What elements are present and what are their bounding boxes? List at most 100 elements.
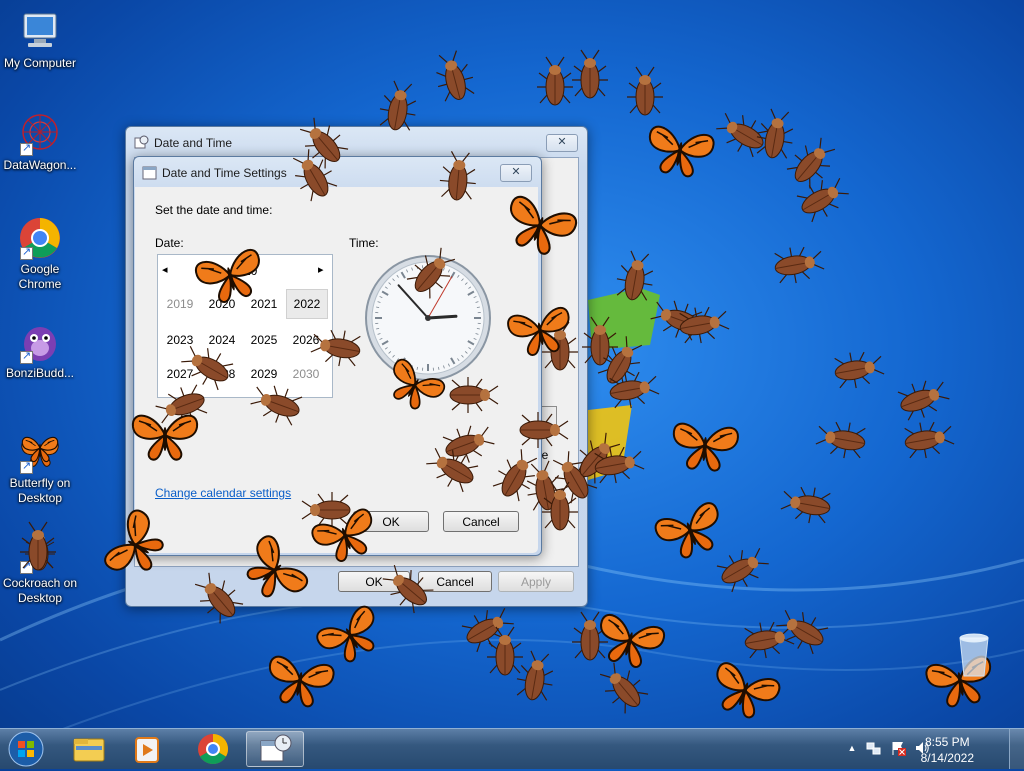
year-cell[interactable]: 2020 <box>202 297 242 311</box>
action-center-error-icon[interactable] <box>890 740 906 756</box>
taskbar-date-time[interactable] <box>246 731 304 767</box>
cockroach-sprite <box>607 367 661 411</box>
computer-icon <box>18 10 62 54</box>
butterfly-sprite <box>264 655 335 710</box>
year-cell[interactable]: 2027 <box>160 367 200 381</box>
shortcut-arrow-icon <box>20 143 33 156</box>
apply-button[interactable]: Apply <box>498 571 574 592</box>
change-calendar-settings-link[interactable]: Change calendar settings <box>155 486 291 500</box>
cockroach-sprite <box>572 612 608 660</box>
date-time-icon <box>247 732 303 766</box>
network-icon[interactable] <box>866 740 882 756</box>
year-cell[interactable]: 2030 <box>286 367 326 381</box>
desktop-icon-google-chrome[interactable]: Google Chrome <box>0 216 80 292</box>
cockroach-sprite <box>430 48 477 104</box>
cockroach-sprite <box>572 50 608 98</box>
dialog-body: Set the date and time: Date: Time: ◂ 202… <box>135 187 538 553</box>
windows-orb-icon <box>4 730 48 768</box>
year-cell[interactable]: 2026 <box>286 333 326 347</box>
cockroach-sprite <box>627 67 663 115</box>
chrome-icon <box>18 216 62 260</box>
cockroach-sprite <box>895 374 952 424</box>
taskbar-chrome[interactable] <box>186 731 240 767</box>
start-button[interactable] <box>4 730 48 768</box>
next-arrow-button[interactable]: ▸ <box>318 263 324 276</box>
year-cell[interactable]: 2028 <box>202 367 242 381</box>
cockroach-sprite <box>714 540 774 595</box>
cockroach-sprite <box>592 442 646 486</box>
system-clock[interactable]: 8:55 PM 8/14/2022 <box>921 734 974 766</box>
taskbar-media-player[interactable] <box>120 731 174 767</box>
bonzibuddy-icon <box>18 320 62 364</box>
desktop-icon-datawagon[interactable]: DataWagon... <box>0 112 80 173</box>
year-cell[interactable]: 2019 <box>160 297 200 311</box>
close-button[interactable]: ✕ <box>500 164 532 182</box>
cockroach-sprite <box>772 242 826 286</box>
taskbar: ▲ 8:55 PM 8/14/2022 <box>0 728 1024 769</box>
media-player-icon <box>120 731 174 767</box>
butterfly-sprite <box>706 661 781 724</box>
year-cell[interactable]: 2029 <box>244 367 284 381</box>
shortcut-arrow-icon <box>20 561 33 574</box>
show-desktop-button[interactable] <box>1009 729 1024 769</box>
datawagon-icon <box>18 112 62 156</box>
prev-arrow-button[interactable]: ◂ <box>162 263 168 276</box>
date-time-icon <box>134 135 149 150</box>
recycle-bin-icon[interactable] <box>952 630 996 680</box>
clock-time: 8:55 PM <box>921 734 974 750</box>
time-label: Time: <box>349 236 379 250</box>
chrome-icon <box>186 731 240 767</box>
butterfly-sprite <box>314 604 388 671</box>
desktop-icon-cockroach[interactable]: Cockroach on Desktop <box>0 530 80 606</box>
date-label: Date: <box>155 236 184 250</box>
clock-date: 8/14/2022 <box>921 750 974 766</box>
butterfly-sprite <box>671 423 739 472</box>
analog-clock <box>363 253 493 383</box>
cockroach-sprite <box>514 649 558 703</box>
shortcut-arrow-icon <box>20 461 33 474</box>
cockroach-sprite <box>794 170 854 225</box>
year-cell[interactable]: 2025 <box>244 333 284 347</box>
explorer-icon <box>62 731 116 767</box>
window-title: Date and Time <box>154 136 232 150</box>
desktop-icon-my-computer[interactable]: My Computer <box>0 10 80 71</box>
year-cell[interactable]: 2023 <box>160 333 200 347</box>
ok-button[interactable]: OK <box>338 571 410 592</box>
year-calendar: ◂ 2020 ▸ 2019 2020 2021 2022 2023 2024 2… <box>157 254 333 398</box>
desktop-icon-butterfly[interactable]: Butterfly on Desktop <box>0 430 80 506</box>
cockroach-sprite <box>487 627 523 675</box>
cockroach-sprite <box>377 79 421 133</box>
show-hidden-icons-button[interactable]: ▲ <box>844 740 860 756</box>
butterfly-sprite <box>593 613 666 672</box>
year-cell-selected[interactable]: 2022 <box>286 289 328 319</box>
cockroach-sprite <box>742 617 796 661</box>
year-cell[interactable]: 2024 <box>202 333 242 347</box>
cockroach-sprite <box>459 600 519 655</box>
cockroach-sprite <box>832 347 886 391</box>
butterfly-sprite <box>644 125 715 180</box>
shortcut-arrow-icon <box>20 351 33 364</box>
cockroach-sprite <box>814 417 868 461</box>
dialog-title: Date and Time Settings <box>162 166 287 180</box>
ok-button[interactable]: OK <box>353 511 429 532</box>
butterfly-icon <box>18 430 62 474</box>
cancel-button[interactable]: Cancel <box>443 511 519 532</box>
calendar-icon <box>142 165 157 180</box>
cockroach-sprite <box>677 302 731 346</box>
cancel-button[interactable]: Cancel <box>418 571 492 592</box>
year-cell[interactable]: 2021 <box>244 297 284 311</box>
cockroach-sprite <box>614 249 658 303</box>
taskbar-explorer[interactable] <box>62 731 116 767</box>
calendar-header[interactable]: 2020 <box>216 264 272 278</box>
cockroach-sprite <box>772 602 832 657</box>
cockroach-icon <box>18 530 62 574</box>
desktop-icon-bonzibuddy[interactable]: BonziBudd... <box>0 320 80 381</box>
close-button[interactable]: ✕ <box>546 134 578 152</box>
shortcut-arrow-icon <box>20 247 33 260</box>
butterfly-sprite <box>653 501 728 564</box>
cockroach-sprite <box>593 657 651 717</box>
cockroach-sprite <box>648 294 705 344</box>
cockroach-sprite <box>902 417 956 461</box>
cockroach-sprite <box>594 332 649 392</box>
date-time-settings-dialog: Date and Time Settings ✕ Set the date an… <box>133 156 542 556</box>
